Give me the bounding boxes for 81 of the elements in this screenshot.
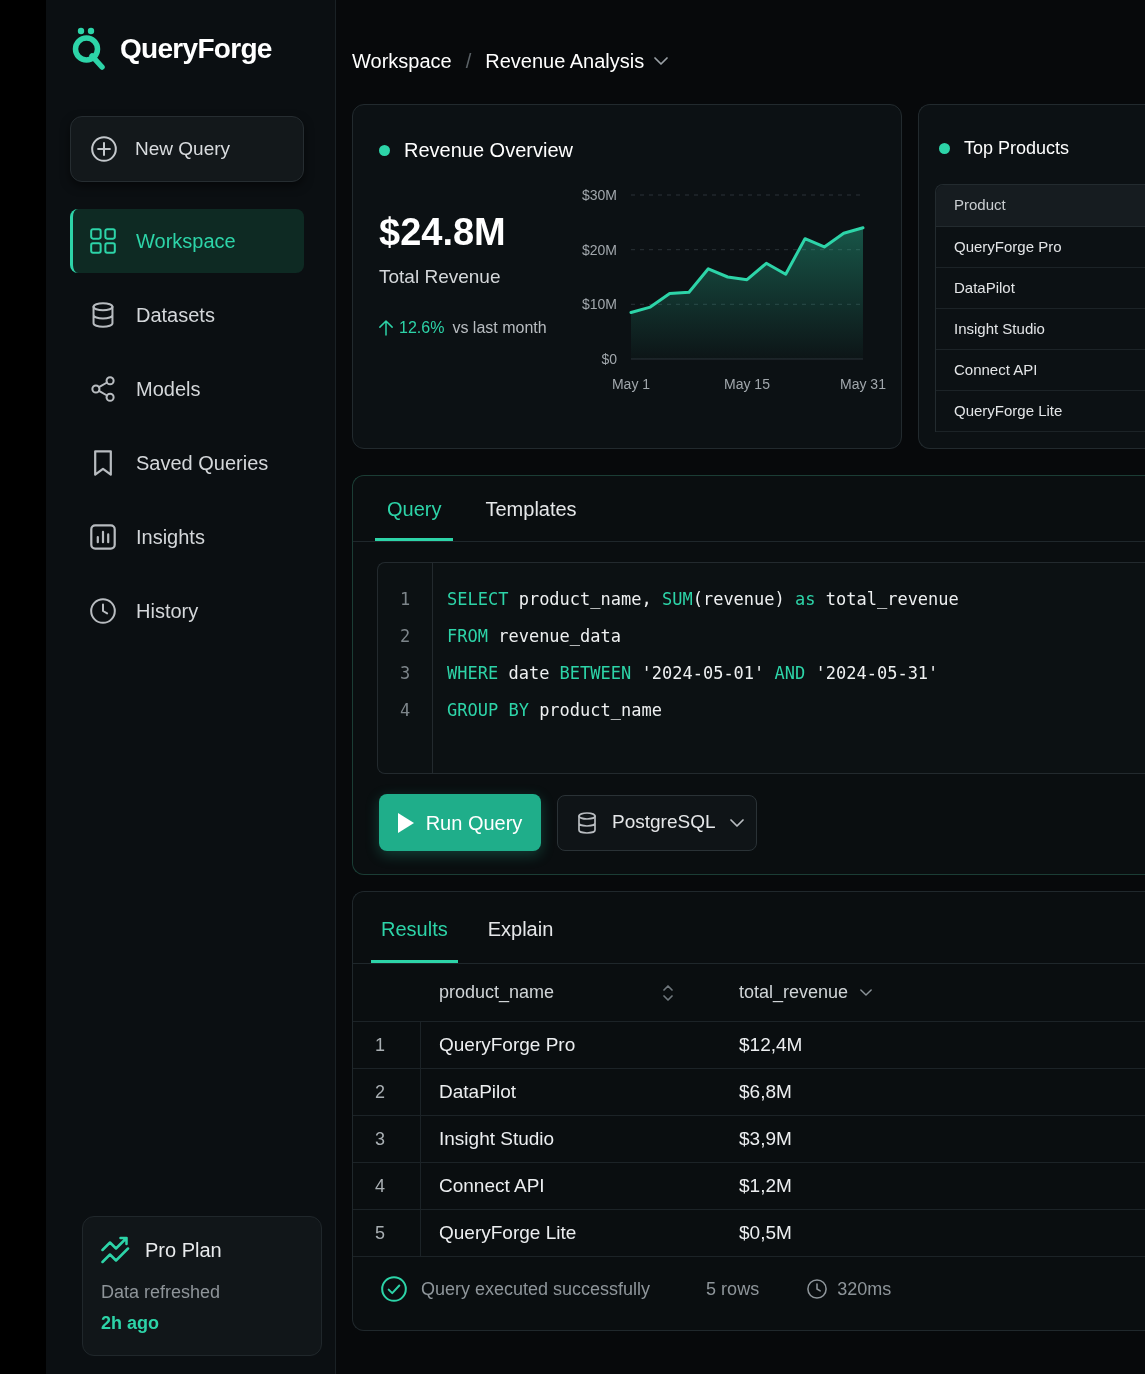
table-cell-text: $3,9M — [738, 1126, 792, 1151]
table-cell-text: $6,8M — [738, 1079, 792, 1104]
x-axis-label: May 1 — [611, 376, 651, 392]
change-note: vs last month — [452, 317, 547, 338]
plan-name: Pro Plan — [145, 1238, 222, 1263]
table-cell-text: Connect API — [438, 1173, 546, 1198]
row-number: 1 — [353, 1022, 421, 1068]
table-cell-text: Insight Studio — [438, 1126, 556, 1151]
x-axis-label: May 15 — [724, 376, 770, 392]
new-query-button[interactable]: New Query — [70, 116, 304, 182]
tab[interactable]: Query — [375, 476, 454, 541]
nav-item[interactable]: Workspace — [70, 209, 304, 273]
app-name: QueryForge — [120, 32, 272, 66]
list-item: DataPilot — [936, 268, 1145, 309]
line-number: 1 — [398, 587, 412, 611]
nav-item[interactable]: Saved Queries — [70, 431, 304, 495]
arrow-up-icon — [379, 319, 393, 336]
logo-icon — [72, 27, 106, 71]
table-cell-text: DataPilot — [438, 1079, 518, 1104]
column-header: Product — [936, 185, 1145, 227]
trend-arrows-icon — [101, 1235, 131, 1265]
row-count: 5 rows — [706, 1277, 760, 1301]
y-axis-label: $0 — [601, 351, 617, 367]
grid-icon — [90, 228, 116, 254]
card-title: Revenue Overview — [404, 138, 573, 163]
table-cell-text: $12,4M — [738, 1032, 803, 1057]
chevron-down-icon — [654, 57, 669, 65]
x-axis-label: May 31 — [840, 376, 886, 392]
breadcrumb-dropdown[interactable]: Revenue Analysis — [485, 46, 669, 76]
line-number: 2 — [398, 624, 412, 648]
list-item: Connect API — [936, 350, 1145, 391]
card-title: Top Products — [964, 137, 1070, 160]
bar-chart-icon — [90, 524, 116, 550]
table-cell-text: $1,2M — [738, 1173, 792, 1198]
list-item: QueryForge Lite — [936, 391, 1145, 432]
tab[interactable]: Results — [371, 892, 458, 963]
breadcrumb-link[interactable]: Workspace — [352, 46, 452, 76]
code-line: GROUP BY product_name — [447, 698, 663, 722]
line-number: 3 — [398, 661, 412, 685]
database-icon — [90, 302, 116, 328]
chevron-down-icon — [729, 818, 744, 827]
row-number: 4 — [353, 1163, 421, 1209]
metric-label: Total Revenue — [379, 265, 502, 289]
column-header[interactable]: total_revenue — [721, 964, 873, 1021]
code-line: SELECT product_name, SUM(revenue) as total_revenue — [447, 587, 959, 611]
list-item: QueryForge Pro — [936, 227, 1145, 268]
y-axis-label: $20M — [581, 241, 617, 258]
plus-circle-icon — [91, 136, 117, 162]
change-value: 12.6% — [399, 317, 445, 338]
table-cell-text: $0,5M — [738, 1220, 792, 1245]
tab[interactable]: Explain — [477, 892, 564, 963]
code-line: FROM revenue_data — [447, 624, 622, 648]
play-icon — [397, 812, 414, 833]
check-circle-icon — [381, 1276, 407, 1302]
status-message: Query executed successfully — [421, 1277, 651, 1301]
list-item: Insight Studio — [936, 309, 1145, 350]
nav-item[interactable]: History — [70, 579, 304, 643]
row-number: 2 — [353, 1069, 421, 1115]
clock-icon — [807, 1279, 828, 1299]
database-dropdown[interactable]: PostgreSQL — [557, 794, 757, 851]
query-duration: 320ms — [837, 1277, 892, 1301]
y-axis-label: $30M — [581, 187, 617, 203]
clock-icon — [90, 598, 116, 624]
nav-item[interactable]: Models — [70, 357, 304, 421]
y-axis-label: $10M — [581, 296, 617, 313]
refresh-note: Data refreshed — [101, 1281, 222, 1304]
row-number: 3 — [353, 1116, 421, 1162]
row-number: 5 — [353, 1210, 421, 1256]
tab[interactable]: Templates — [473, 476, 589, 541]
nav-item[interactable]: Insights — [70, 505, 304, 569]
breadcrumb-separator: / — [465, 49, 472, 74]
refresh-time: 2h ago — [101, 1312, 160, 1335]
column-header[interactable]: product_name — [421, 964, 721, 1021]
connected-nodes-icon — [90, 376, 116, 402]
metric-value: $24.8M — [379, 213, 507, 251]
line-number: 4 — [398, 698, 412, 722]
database-icon — [576, 811, 598, 834]
code-line: WHERE date BETWEEN '2024-05-01' AND '2024-05-31' — [447, 661, 940, 685]
nav-item[interactable]: Datasets — [70, 283, 304, 347]
table-cell-text: QueryForge Lite — [438, 1220, 578, 1245]
table-cell-text: QueryForge Pro — [438, 1032, 577, 1057]
